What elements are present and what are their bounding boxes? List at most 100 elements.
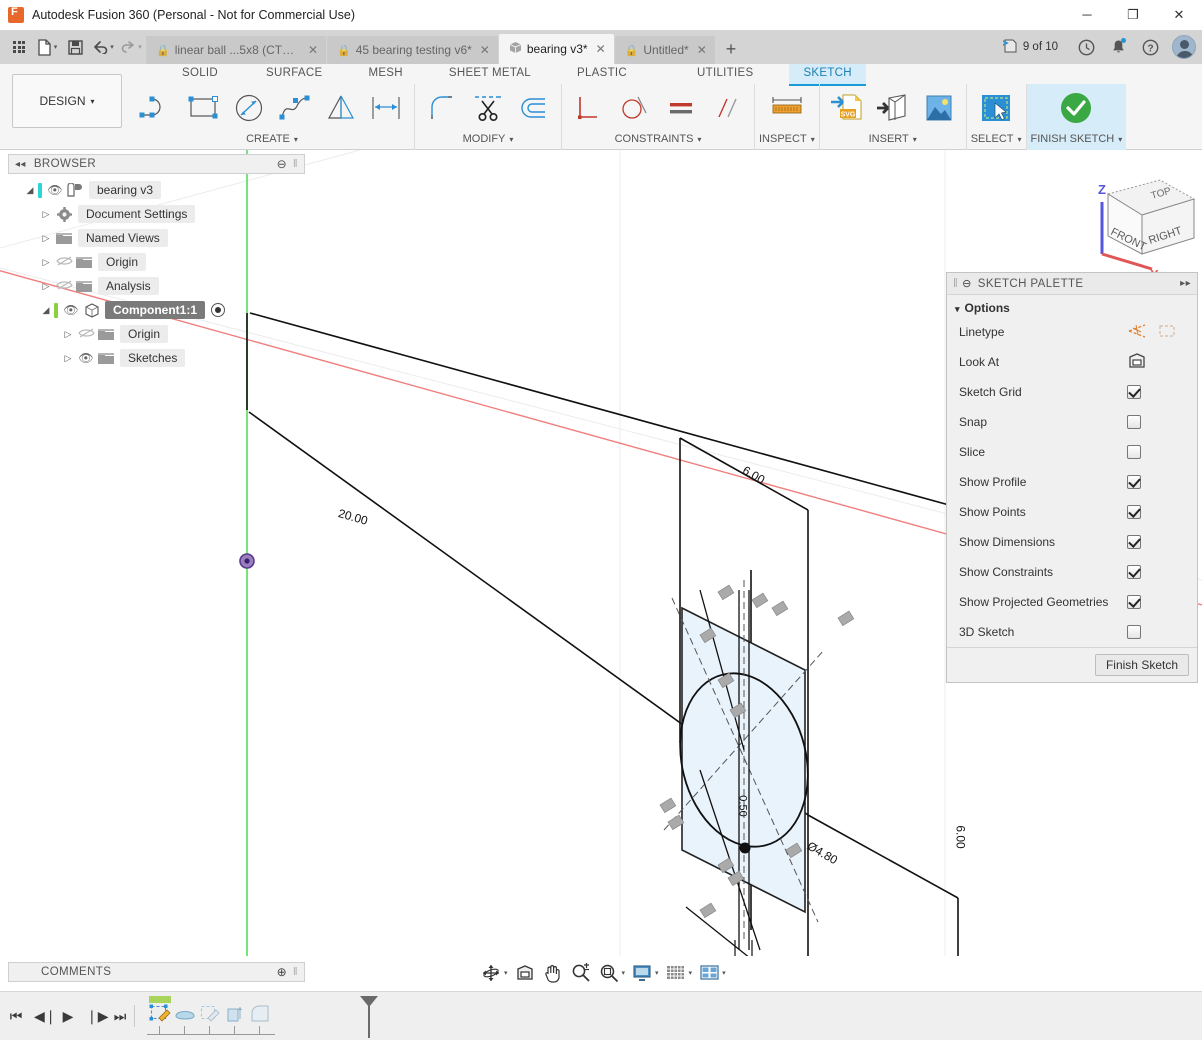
viewports-tool[interactable]: ▾ — [696, 960, 728, 986]
close-icon[interactable]: ✕ — [308, 43, 318, 57]
show-constraints-checkbox[interactable] — [1127, 565, 1141, 579]
pan-tool[interactable] — [540, 960, 566, 986]
palette-row-look-at[interactable]: Look At — [947, 347, 1197, 377]
palette-options-section[interactable]: ▾Options — [947, 295, 1197, 317]
undo-caret[interactable]: ▾ — [110, 43, 114, 51]
tool-insert-svg[interactable]: SVG — [824, 85, 870, 131]
show-profile-checkbox[interactable] — [1127, 475, 1141, 489]
new-file-button[interactable]: ▾ — [34, 34, 60, 60]
job-status[interactable]: 9 of 10 — [1003, 39, 1058, 56]
ribbon-tab-sheet-metal[interactable]: SHEET METAL — [435, 64, 545, 86]
panel-title-finish-sketch[interactable]: FINISH SKETCH▾ — [1031, 132, 1123, 148]
step-forward-button[interactable]: ❘▶ — [86, 1008, 102, 1025]
timeline-feature-extrude[interactable] — [222, 996, 247, 1038]
close-button[interactable]: ✕ — [1156, 0, 1202, 30]
redo-button[interactable]: ▾ — [118, 34, 144, 60]
snap-checkbox[interactable] — [1127, 415, 1141, 429]
panel-finish-sketch[interactable]: FINISH SKETCH▾ — [1027, 84, 1127, 150]
minimize-button[interactable]: ─ — [1064, 0, 1110, 30]
tree-item-component1[interactable]: ◢ 👁 Component1:1 — [8, 298, 305, 322]
tool-finish-sketch[interactable] — [1041, 85, 1111, 131]
panel-title-modify[interactable]: MODIFY▾ — [463, 132, 514, 148]
tool-measure[interactable] — [764, 85, 810, 131]
tool-select-window[interactable] — [973, 85, 1019, 131]
timeline-feature-sketch2[interactable] — [197, 996, 222, 1038]
sketch-grid-checkbox[interactable] — [1127, 385, 1141, 399]
eye-icon[interactable]: 👁 — [45, 183, 65, 197]
eye-off-icon[interactable] — [54, 279, 74, 294]
document-tab-untitled[interactable]: 🔒 Untitled* ✕ — [615, 36, 715, 64]
workspace-switcher[interactable]: DESIGN ▾ — [12, 74, 122, 128]
tool-fix-unfix[interactable] — [566, 85, 612, 131]
palette-row-show-profile[interactable]: Show Profile — [947, 467, 1197, 497]
avatar[interactable] — [1172, 35, 1196, 59]
step-back-button[interactable]: ◀❘ — [34, 1008, 50, 1025]
zoom-tool[interactable] — [568, 960, 594, 986]
tool-trim[interactable] — [465, 85, 511, 131]
comments-grip-icon[interactable]: ‖ — [293, 966, 298, 978]
zoom-window-tool[interactable]: ▾ — [596, 960, 628, 986]
app-grid-icon[interactable] — [6, 34, 32, 60]
timeline-feature-revolve[interactable] — [172, 996, 197, 1038]
palette-row-show-constraints[interactable]: Show Constraints — [947, 557, 1197, 587]
notifications-bell-icon[interactable] — [1105, 34, 1131, 60]
twist-open-icon[interactable]: ◢ — [22, 185, 38, 196]
tool-offset[interactable] — [511, 85, 557, 131]
zoom-window-caret[interactable]: ▾ — [622, 969, 626, 977]
twist-closed-icon[interactable]: ▷ — [38, 209, 54, 220]
grid-snaps-caret[interactable]: ▾ — [689, 969, 693, 977]
palette-row-snap[interactable]: Snap — [947, 407, 1197, 437]
construction-linetype-icon[interactable] — [1127, 322, 1147, 343]
tool-circle[interactable] — [226, 85, 272, 131]
tree-item-named-views[interactable]: ▷ Named Views — [8, 226, 305, 250]
comments-panel[interactable]: COMMENTS ⊕ ‖ — [8, 962, 305, 982]
tool-rectangle[interactable] — [180, 85, 226, 131]
tool-spline[interactable] — [272, 85, 318, 131]
look-at-tool[interactable] — [512, 960, 538, 986]
browser-options-icon[interactable]: ⊖ — [277, 157, 287, 171]
tree-item-sketches[interactable]: ▷ 👁 Sketches — [8, 346, 305, 370]
display-settings-caret[interactable]: ▾ — [655, 969, 659, 977]
activate-component-radio[interactable] — [211, 303, 225, 317]
tool-line[interactable] — [134, 85, 180, 131]
panel-title-select[interactable]: SELECT▾ — [971, 132, 1022, 148]
display-settings-tool[interactable]: ▾ — [629, 960, 661, 986]
orbit-caret[interactable]: ▾ — [504, 969, 508, 977]
twist-open-icon[interactable]: ◢ — [38, 305, 54, 316]
add-comment-icon[interactable]: ⊕ — [277, 965, 287, 979]
twist-closed-icon[interactable]: ▷ — [38, 233, 54, 244]
save-button[interactable] — [62, 34, 88, 60]
tree-item-origin-component[interactable]: ▷ Origin — [8, 322, 305, 346]
ribbon-tab-surface[interactable]: SURFACE — [252, 64, 336, 86]
tree-item-document-settings[interactable]: ▷ Document Settings — [8, 202, 305, 226]
twist-closed-icon[interactable]: ▷ — [60, 329, 76, 340]
ribbon-tab-sketch[interactable]: SKETCH — [789, 64, 865, 86]
eye-icon[interactable]: 👁 — [61, 303, 81, 317]
palette-row-3d-sketch[interactable]: 3D Sketch — [947, 617, 1197, 647]
show-dimensions-checkbox[interactable] — [1127, 535, 1141, 549]
finish-sketch-button[interactable]: Finish Sketch — [1095, 654, 1189, 676]
dimension-6-00-right[interactable]: 6.00 — [954, 825, 968, 848]
new-tab-button[interactable]: + — [716, 36, 747, 64]
timeline-feature-sketch[interactable] — [147, 996, 172, 1038]
centerline-linetype-icon[interactable] — [1157, 322, 1177, 343]
viewports-caret[interactable]: ▾ — [722, 969, 726, 977]
tree-item-analysis[interactable]: ▷ Analysis — [8, 274, 305, 298]
palette-grip-icon[interactable]: ‖ — [953, 278, 958, 290]
palette-row-show-dimensions[interactable]: Show Dimensions — [947, 527, 1197, 557]
tool-insert-image[interactable] — [916, 85, 962, 131]
palette-row-show-projected-geometries[interactable]: Show Projected Geometries — [947, 587, 1197, 617]
twist-closed-icon[interactable]: ▷ — [38, 257, 54, 268]
3d-sketch-checkbox[interactable] — [1127, 625, 1141, 639]
maximize-button[interactable]: ❐ — [1110, 0, 1156, 30]
help-icon[interactable]: ? — [1137, 34, 1163, 60]
document-tab-45-bearing[interactable]: 🔒 45 bearing testing v6* ✕ — [327, 36, 498, 64]
show-projected-geometries-checkbox[interactable] — [1127, 595, 1141, 609]
close-icon[interactable]: ✕ — [697, 43, 707, 57]
tool-mirror[interactable] — [318, 85, 364, 131]
twist-closed-icon[interactable]: ▷ — [38, 281, 54, 292]
browser-grip-icon[interactable]: ‖ — [293, 158, 298, 170]
dimension-0-50[interactable]: 0.50 — [737, 795, 749, 816]
play-button[interactable]: ▶ — [60, 1008, 76, 1025]
show-points-checkbox[interactable] — [1127, 505, 1141, 519]
